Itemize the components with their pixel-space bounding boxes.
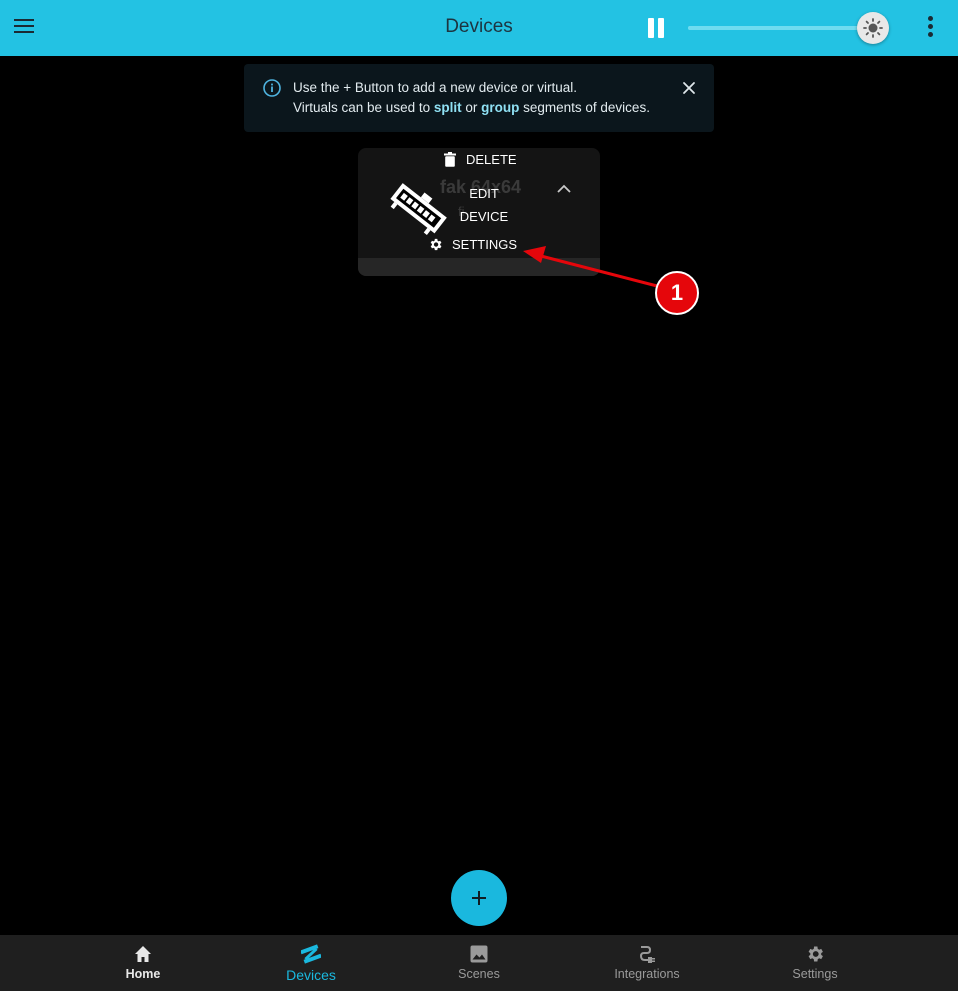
nav-item-devices[interactable]: Devices	[256, 935, 366, 991]
nav-label-integrations: Integrations	[614, 967, 680, 981]
home-icon	[135, 946, 151, 962]
plug-icon	[639, 946, 655, 963]
nav-item-scenes[interactable]: Scenes	[424, 935, 534, 991]
annotation-step-badge: 1	[655, 271, 699, 315]
nav-item-settings[interactable]: Settings	[760, 935, 870, 991]
gear-icon	[808, 946, 823, 962]
nav-label-settings: Settings	[792, 967, 838, 981]
image-icon	[470, 945, 488, 963]
nav-label-home: Home	[125, 967, 161, 981]
nav-label-scenes: Scenes	[458, 967, 500, 981]
add-device-button[interactable]	[451, 870, 507, 926]
nav-item-integrations[interactable]: Integrations	[592, 935, 702, 991]
devices-icon	[301, 944, 321, 964]
nav-label-devices: Devices	[286, 967, 336, 983]
nav-item-home[interactable]: Home	[88, 935, 198, 991]
annotation-arrow	[523, 246, 662, 289]
bottom-navigation: Home Devices Scenes Integrations Setting…	[0, 935, 958, 991]
